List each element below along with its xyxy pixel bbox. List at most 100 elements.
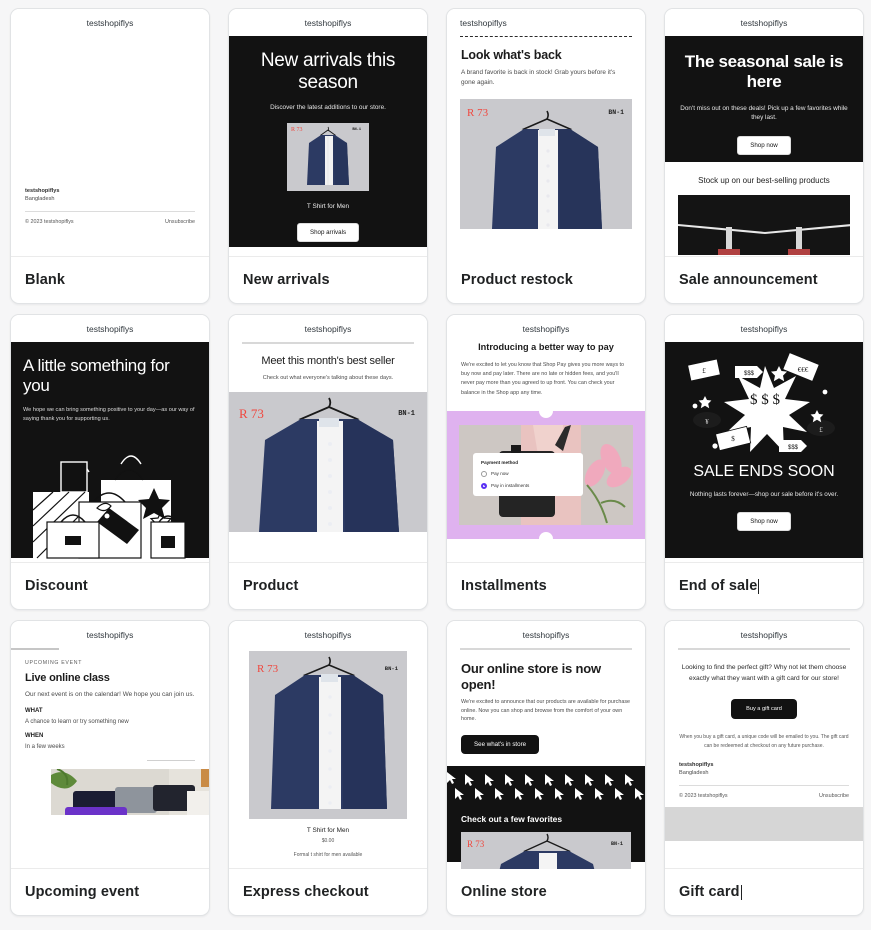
price-tag: R 73 [467, 839, 485, 850]
note-text: When you buy a gift card, a unique code … [679, 734, 849, 749]
card-caption[interactable]: Upcoming event [11, 869, 209, 915]
hero-heading: New arrivals this season [260, 50, 396, 94]
unsubscribe-link[interactable]: Unsubscribe [165, 219, 195, 225]
card-caption[interactable]: Express checkout [229, 869, 427, 915]
hero-heading: The seasonal sale is here [684, 52, 844, 91]
template-card-product-restock[interactable]: testshopiflys Look what's back A brand f… [446, 8, 646, 304]
favorites-section: Check out a few favorites R 73 BN-1 [447, 766, 645, 869]
shop-now-button[interactable]: Shop now [737, 135, 791, 155]
brand-name: testshopiflys [740, 324, 788, 334]
buy-gift-card-button[interactable]: Buy a gift card [731, 699, 797, 720]
heading: Look what's back [461, 48, 562, 62]
card-caption[interactable]: Blank [11, 257, 209, 303]
email-preview-upcoming-event: testshopiflys UPCOMING EVENT Live online… [11, 621, 209, 869]
footer-brand: testshopiflys [679, 762, 714, 769]
brand-name: testshopiflys [522, 630, 570, 640]
card-caption[interactable]: Online store [447, 869, 645, 915]
section-heading: Stock up on our best-selling products [698, 176, 830, 185]
template-card-new-arrivals[interactable]: testshopiflys New arrivals this season D… [228, 8, 428, 304]
email-preview-gift-card: testshopiflys Looking to find the perfec… [665, 621, 863, 869]
product-price: $0.00 [321, 838, 335, 844]
template-card-online-store[interactable]: testshopiflys Our online store is now op… [446, 620, 646, 916]
shop-now-button[interactable]: Shop now [737, 511, 791, 531]
subtext: Check out what everyone's talking about … [262, 375, 394, 381]
footer-country: Bangladesh [25, 196, 55, 202]
product-description: Formal t shirt for men available [293, 852, 363, 858]
hero-subtext: Discover the latest additions to our sto… [270, 104, 386, 112]
radio-unselected-icon[interactable] [481, 470, 487, 477]
template-card-sale-announcement[interactable]: testshopiflys The seasonal sale is here … [664, 8, 864, 304]
card-caption[interactable]: Gift card [665, 869, 863, 915]
price-tag: R 73 [257, 663, 279, 675]
footer-brand: testshopiflys [25, 188, 60, 194]
brand-name: testshopiflys [86, 630, 134, 640]
template-card-product[interactable]: testshopiflys Meet this month's best sel… [228, 314, 428, 610]
sku-label: BN-1 [398, 410, 415, 418]
price-tag: R 73 [239, 406, 264, 421]
shirt-illustration [461, 832, 631, 869]
body-text: We're excited to let you know that Shop … [461, 362, 625, 396]
body-text: We're excited to announce that our produ… [461, 699, 631, 722]
email-preview-blank: testshopiflys testshopiflys Bangladesh ©… [11, 9, 209, 257]
template-card-upcoming-event[interactable]: testshopiflys UPCOMING EVENT Live online… [10, 620, 210, 916]
hero-subtext: Nothing lasts forever—shop our sale befo… [689, 491, 839, 499]
template-card-discount[interactable]: testshopiflys A little something for you… [10, 314, 210, 610]
template-card-express-checkout[interactable]: testshopiflys R 73 BN-1 T Shirt for Men … [228, 620, 428, 916]
card-caption[interactable]: New arrivals [229, 257, 427, 303]
brand-name: testshopiflys [740, 630, 788, 640]
product-image: R 73 BN-1 [249, 651, 407, 819]
card-caption[interactable]: Discount [11, 563, 209, 609]
body-text: A brand favorite is back in stock! Grab … [461, 69, 616, 86]
svg-text:€€€: €€€ [798, 366, 809, 374]
sku-label: BN-1 [608, 108, 624, 116]
text-cursor [740, 884, 742, 900]
product-title: T Shirt for Men [306, 827, 350, 834]
footer-country: Bangladesh [679, 770, 709, 777]
lilac-section: Payment method Pay now Pay in installmen… [447, 403, 645, 546]
shirt-illustration [249, 651, 407, 819]
pay-now-option[interactable]: Pay now [481, 470, 575, 477]
svg-text:£: £ [702, 367, 706, 375]
heading: Introducing a better way to pay [478, 342, 614, 352]
card-caption[interactable]: End of sale [665, 563, 863, 609]
sku-label: BN-1 [352, 128, 361, 133]
see-whats-in-store-button[interactable]: See what's in store [461, 735, 540, 755]
email-preview-product-restock: testshopiflys Look what's back A brand f… [447, 9, 645, 257]
email-preview-product: testshopiflys Meet this month's best sel… [229, 315, 427, 563]
svg-text:¥: ¥ [705, 418, 709, 426]
template-card-gift-card[interactable]: testshopiflys Looking to find the perfec… [664, 620, 864, 916]
product-title: T Shirt for Men [306, 203, 350, 211]
card-caption[interactable]: Installments [447, 563, 645, 609]
shop-arrivals-button[interactable]: Shop arrivals [296, 223, 360, 243]
price-tag: R 73 [467, 106, 489, 119]
brand-name: testshopiflys [460, 18, 507, 28]
card-caption[interactable]: Product restock [447, 257, 645, 303]
svg-text:$ $ $: $ $ $ [750, 392, 781, 408]
email-preview-discount: testshopiflys A little something for you… [11, 315, 209, 563]
eyebrow: UPCOMING EVENT [25, 660, 83, 666]
hero-subtext: We hope we can bring something positive … [23, 406, 195, 422]
product-image: R 73 BN-1 [287, 123, 369, 192]
card-caption[interactable]: Sale announcement [665, 257, 863, 303]
hero-heading: A little something for you [23, 356, 170, 396]
pay-installments-option[interactable]: Pay in installments [481, 482, 575, 489]
product-image: R 73 BN-1 [229, 392, 427, 532]
accent-rule-2 [147, 759, 195, 761]
template-grid: testshopiflys testshopiflys Bangladesh ©… [0, 0, 871, 924]
footer-copyright: © 2023 testshopiflys [679, 793, 728, 800]
template-card-blank[interactable]: testshopiflys testshopiflys Bangladesh ©… [10, 8, 210, 304]
card-caption[interactable]: Product [229, 563, 427, 609]
product-image: R 73 BN-1 [461, 832, 631, 869]
value-when: In a few weeks [25, 743, 65, 750]
radio-selected-icon[interactable] [481, 482, 487, 489]
section-heading: Check out a few favorites [461, 814, 562, 825]
email-footer: testshopiflys Bangladesh © 2023 testshop… [665, 762, 863, 799]
template-card-installments[interactable]: testshopiflys Introducing a better way t… [446, 314, 646, 610]
email-preview-end-of-sale: testshopiflys $ $ $ £ €€€ $ $$$ $$$ ¥ £ … [665, 315, 863, 563]
svg-text:$$$: $$$ [788, 445, 799, 451]
heading: Meet this month's best seller [261, 355, 395, 367]
template-card-end-of-sale[interactable]: testshopiflys $ $ $ £ €€€ $ $$$ $$$ ¥ £ … [664, 314, 864, 610]
event-image [51, 768, 209, 815]
brand-name: testshopiflys [86, 18, 134, 28]
unsubscribe-link[interactable]: Unsubscribe [819, 793, 849, 799]
